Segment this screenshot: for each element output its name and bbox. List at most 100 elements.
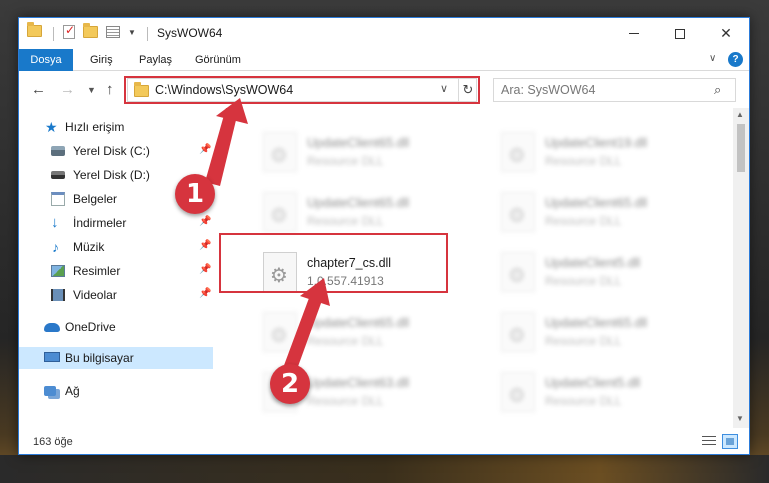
vertical-scrollbar[interactable]: ▲ ▼ [733,108,749,428]
minimize-button[interactable] [611,18,657,49]
file-name: UpdateClient19.dll [545,136,648,150]
sidebar-item-videos[interactable]: Videolar 📌 [19,284,213,306]
file-item[interactable]: UpdateClient65.dll Resource DLL [255,188,475,236]
file-name: UpdateClient65.dll [545,316,648,330]
search-placeholder: Ara: SysWOW64 [501,83,596,97]
file-description: Resource DLL [545,334,622,348]
help-icon[interactable]: ? [728,52,743,67]
sidebar-item-this-pc[interactable]: Bu bilgisayar [19,347,213,369]
sidebar-item-onedrive[interactable]: OneDrive [19,316,213,338]
sidebar-item-label: Resimler [73,264,121,278]
dll-file-icon [263,132,297,172]
sidebar-item-label: Yerel Disk (D:) [73,168,150,182]
scrollbar-thumb[interactable] [737,124,745,172]
search-icon[interactable]: ⌕ [714,82,721,98]
sidebar-item-label: Müzik [73,240,105,254]
file-description: Resource DLL [545,214,622,228]
file-item[interactable]: UpdateClient19.dll Resource DLL [493,128,713,176]
folder-icon [27,22,42,37]
pin-icon[interactable]: 📌 [199,288,211,299]
sidebar-item-label: İndirmeler [73,216,127,230]
navigation-pane: ★ Hızlı erişim Yerel Disk (C:) 📌 Yerel D… [19,108,213,428]
scroll-down-arrow-icon[interactable]: ▼ [736,414,744,423]
pin-icon[interactable]: 📌 [199,264,211,275]
sidebar-item-label: Bu bilgisayar [65,351,134,365]
dll-file-icon [501,312,535,352]
file-name: UpdateClient5.dll [545,256,641,270]
sidebar-item-network[interactable]: Ağ [19,380,213,402]
tab-view[interactable]: Görünüm [195,49,241,71]
dll-file-icon [263,192,297,232]
dll-file-icon [501,192,535,232]
file-item[interactable]: UpdateClient65.dll Resource DLL [255,128,475,176]
step-badge-1: 1 [175,174,215,214]
film-strip-icon [51,289,65,301]
sidebar-item-label: Yerel Disk (C:) [73,144,150,158]
sidebar-item-music[interactable]: ♪ Müzik 📌 [19,236,213,258]
quick-access-folder[interactable] [27,22,42,37]
scroll-up-arrow-icon[interactable]: ▲ [736,110,744,119]
expand-ribbon-icon[interactable]: ∨ [709,53,716,64]
file-highlight-box [219,233,448,293]
search-box[interactable]: Ara: SysWOW64 ⌕ [493,78,736,102]
details-view-icon[interactable] [702,436,716,448]
new-folder-icon[interactable] [83,23,98,38]
desktop-background [0,455,769,483]
up-arrow-icon[interactable]: ↑ [106,81,114,98]
address-highlight-box [124,76,480,104]
drive-icon [51,146,65,156]
download-arrow-icon: ↓ [51,214,59,231]
sidebar-item-label: Ağ [65,384,80,398]
maximize-icon [675,28,685,39]
cloud-icon [44,323,60,332]
large-icons-view-icon[interactable] [722,434,738,449]
file-item[interactable]: UpdateClient65.dll Resource DLL [493,308,713,356]
sidebar-item-label: Videolar [73,288,117,302]
dll-file-icon [501,252,535,292]
file-item[interactable]: UpdateClient65.dll Resource DLL [493,188,713,236]
toolbar-separator [53,27,54,41]
dll-file-icon [501,372,535,412]
properties-check-icon[interactable] [63,23,75,39]
tab-file[interactable]: Dosya [19,49,73,71]
sidebar-item-local-disk-c[interactable]: Yerel Disk (C:) 📌 [19,140,213,162]
file-name: UpdateClient5.dll [545,376,641,390]
dll-file-icon [501,132,535,172]
properties-icon[interactable] [106,26,120,38]
pin-icon[interactable]: 📌 [199,144,211,155]
computer-icon [44,352,60,362]
sidebar-item-downloads[interactable]: ↓ İndirmeler 📌 [19,212,213,234]
sidebar-item-pictures[interactable]: Resimler 📌 [19,260,213,282]
sidebar-item-quick-access[interactable]: ★ Hızlı erişim [19,116,213,138]
minimize-icon [629,33,639,34]
pin-icon[interactable]: 📌 [199,216,211,227]
file-description: Resource DLL [307,214,384,228]
item-count: 163 öğe [33,436,73,448]
sidebar-item-label: OneDrive [65,320,116,334]
documents-icon [51,192,65,206]
toolbar-separator [147,27,148,41]
maximize-button[interactable] [657,18,703,49]
star-icon: ★ [45,119,58,135]
sidebar-item-label: Hızlı erişim [65,120,125,134]
navigation-bar: ← → ▼ ↑ C:\Windows\SysWOW64 ∨ ↻ Ara: Sys… [19,72,749,108]
file-name: UpdateClient63.dll [307,376,410,390]
pin-icon[interactable]: 📌 [199,240,211,251]
file-description: Resource DLL [545,274,622,288]
customize-toolbar-icon[interactable]: ▼ [128,28,136,37]
recent-locations-icon[interactable]: ▼ [87,85,96,95]
file-item[interactable]: UpdateClient65.dll Resource DLL [255,308,475,356]
tab-home[interactable]: Giriş [90,49,113,71]
close-button[interactable]: ✕ [703,18,749,49]
forward-arrow-icon[interactable]: → [60,81,75,98]
file-name: UpdateClient65.dll [307,196,410,210]
file-item[interactable]: UpdateClient5.dll Resource DLL [493,248,713,296]
back-arrow-icon[interactable]: ← [31,81,46,98]
tab-share[interactable]: Paylaş [139,49,172,71]
step-badge-2: 2 [270,364,310,404]
quick-access-toolbar: ▼ [63,23,136,39]
pictures-icon [51,265,65,277]
file-item[interactable]: UpdateClient5.dll Resource DLL [493,368,713,416]
close-icon: ✕ [720,25,732,41]
file-description: Resource DLL [545,154,622,168]
